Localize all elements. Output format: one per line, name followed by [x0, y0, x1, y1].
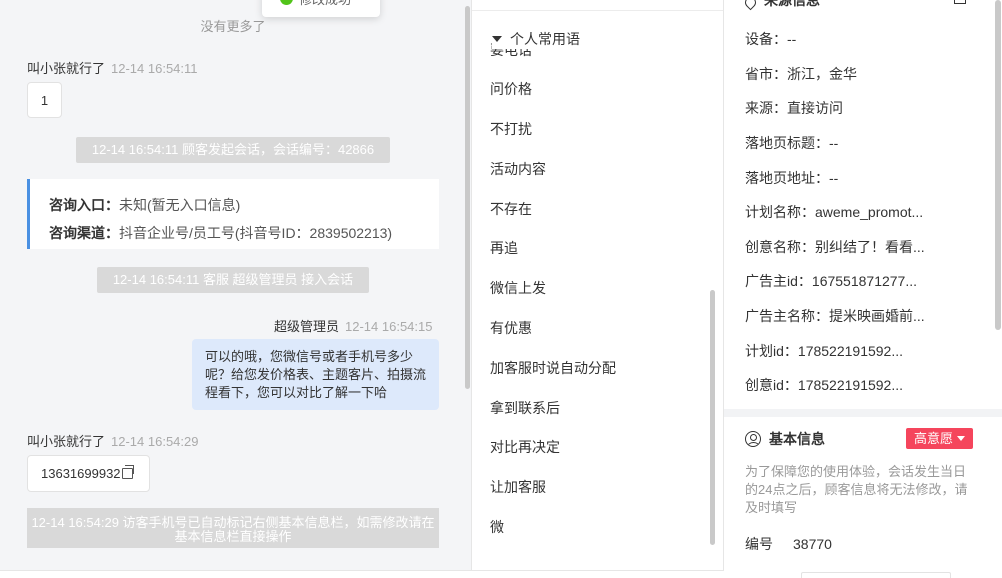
- section-divider: [724, 409, 1002, 417]
- phrase-item[interactable]: 再追: [490, 238, 518, 258]
- user-icon: [745, 431, 761, 447]
- consult-channel-row: 咨询渠道：抖音企业号/员工号(抖音号ID：2839502213): [49, 225, 393, 241]
- message-text: 可以的哦，您微信号或者手机号多少呢？给您发价格表、主题客片、拍摄流程看下，您可以…: [205, 349, 427, 400]
- message-meta: 叫小张就行了 12-14 16:54:11: [27, 58, 198, 77]
- message-meta: 超级管理员 12-14 16:54:15: [274, 316, 432, 335]
- success-icon: [280, 0, 293, 5]
- info-scrollbar[interactable]: [995, 0, 1001, 330]
- phrase-item[interactable]: 不打扰: [490, 119, 532, 139]
- no-more-text: 没有更多了: [200, 19, 266, 34]
- phrase-item[interactable]: 微: [490, 517, 504, 537]
- phrase-item[interactable]: 让加客服: [490, 477, 546, 497]
- edit-icon[interactable]: [954, 0, 966, 4]
- consult-info-card: 咨询入口：未知(暂无入口信息) 咨询渠道：抖音企业号/员工号(抖音号ID：283…: [27, 179, 439, 249]
- basic-info-header: 基本信息: [745, 429, 825, 449]
- info-row-creative-name[interactable]: 创意名称：别纠结了！看看...: [745, 237, 925, 257]
- phrases-scrollbar[interactable]: [710, 290, 715, 545]
- system-message: 12-14 16:54:11 客服 超级管理员 接入会话: [97, 267, 369, 293]
- phrase-item[interactable]: 微信上发: [490, 278, 546, 298]
- source-info-header: 来源信息: [742, 0, 820, 10]
- info-row-plan-id[interactable]: 计划id：178522191592...: [745, 341, 903, 361]
- edit-deadline-hint: 为了保障您的使用体验，会话发生当日的24点之后，顾客信息将无法修改，请及时填写: [745, 464, 968, 515]
- sender-name: 叫小张就行了: [27, 61, 106, 76]
- phrase-item[interactable]: 拿到联系后: [490, 398, 560, 418]
- message-time: 12-14 16:54:29: [111, 434, 199, 449]
- phone-number-text: 13631699932: [41, 466, 121, 481]
- common-phrases-panel: 要电话 个人常用语 问价格 不打扰 活动内容 不存在 再追 微信上发 有优惠 加…: [472, 0, 724, 570]
- phrase-item[interactable]: 有优惠: [490, 318, 532, 338]
- chat-scrollbar[interactable]: [465, 6, 470, 389]
- info-row-creative-id[interactable]: 创意id：178522191592...: [745, 375, 903, 395]
- outgoing-message[interactable]: 可以的哦，您微信号或者手机号多少呢？给您发价格表、主题客片、拍摄流程看下，您可以…: [192, 339, 439, 410]
- message-time: 12-14 16:54:11: [111, 61, 198, 76]
- sender-name: 超级管理员: [274, 319, 340, 334]
- divider: [472, 10, 723, 11]
- info-row-plan-name[interactable]: 计划名称：aweme_promot...: [745, 202, 923, 222]
- phrase-item[interactable]: 问价格: [490, 79, 532, 99]
- intent-level-dropdown[interactable]: 高意愿: [906, 428, 974, 449]
- incoming-message[interactable]: 13631699932: [27, 455, 150, 492]
- phrase-item[interactable]: 不存在: [490, 199, 532, 219]
- caret-down-icon: [492, 36, 502, 42]
- chat-panel: 没有更多了 叫小张就行了 12-14 16:54:11 1 12-14 16:54…: [0, 0, 472, 570]
- divider: [0, 570, 724, 571]
- next-field-input[interactable]: [801, 572, 951, 578]
- message-text: 1: [40, 92, 49, 108]
- sender-name: 叫小张就行了: [27, 434, 106, 449]
- info-row-source: 来源：直接访问: [745, 100, 843, 116]
- location-icon: [742, 0, 759, 10]
- phrase-item[interactable]: 加客服时说自动分配: [490, 358, 616, 378]
- phrase-item[interactable]: 对比再决定: [490, 437, 560, 457]
- info-row-device: 设备：--: [745, 31, 797, 47]
- message-time: 12-14 16:54:15: [345, 319, 433, 334]
- message-meta: 叫小张就行了 12-14 16:54:29: [27, 431, 198, 450]
- incoming-message[interactable]: 1: [27, 82, 62, 118]
- caret-down-icon: [957, 436, 966, 441]
- consult-entry-row: 咨询入口：未知(暂无入口信息): [49, 197, 241, 213]
- customer-number-row: 编号 38770: [745, 536, 832, 552]
- info-row-landing-url: 落地页地址：--: [745, 170, 839, 186]
- copy-icon[interactable]: [121, 465, 134, 479]
- customer-info-panel: 来源信息 设备：-- 省市：浙江，金华 来源：直接访问 落地页标题：-- 落地页…: [724, 0, 1002, 578]
- info-row-advertiser-name[interactable]: 广告主名称：提米映画婚前...: [745, 306, 925, 326]
- info-row-advertiser-id[interactable]: 广告主id：167551871277...: [745, 271, 917, 291]
- phrases-group-header[interactable]: 个人常用语: [492, 29, 590, 49]
- system-message: 12-14 16:54:11 顾客发起会话，会话编号：42866: [76, 137, 390, 163]
- system-message: 12-14 16:54:29 访客手机号已自动标记右侧基本信息栏，如需修改请在基…: [27, 508, 439, 548]
- phrase-item[interactable]: 活动内容: [490, 159, 546, 179]
- info-row-city: 省市：浙江，金华: [745, 66, 857, 82]
- success-toast: 修改成功: [262, 0, 380, 17]
- info-row-landing-title: 落地页标题：--: [745, 135, 839, 151]
